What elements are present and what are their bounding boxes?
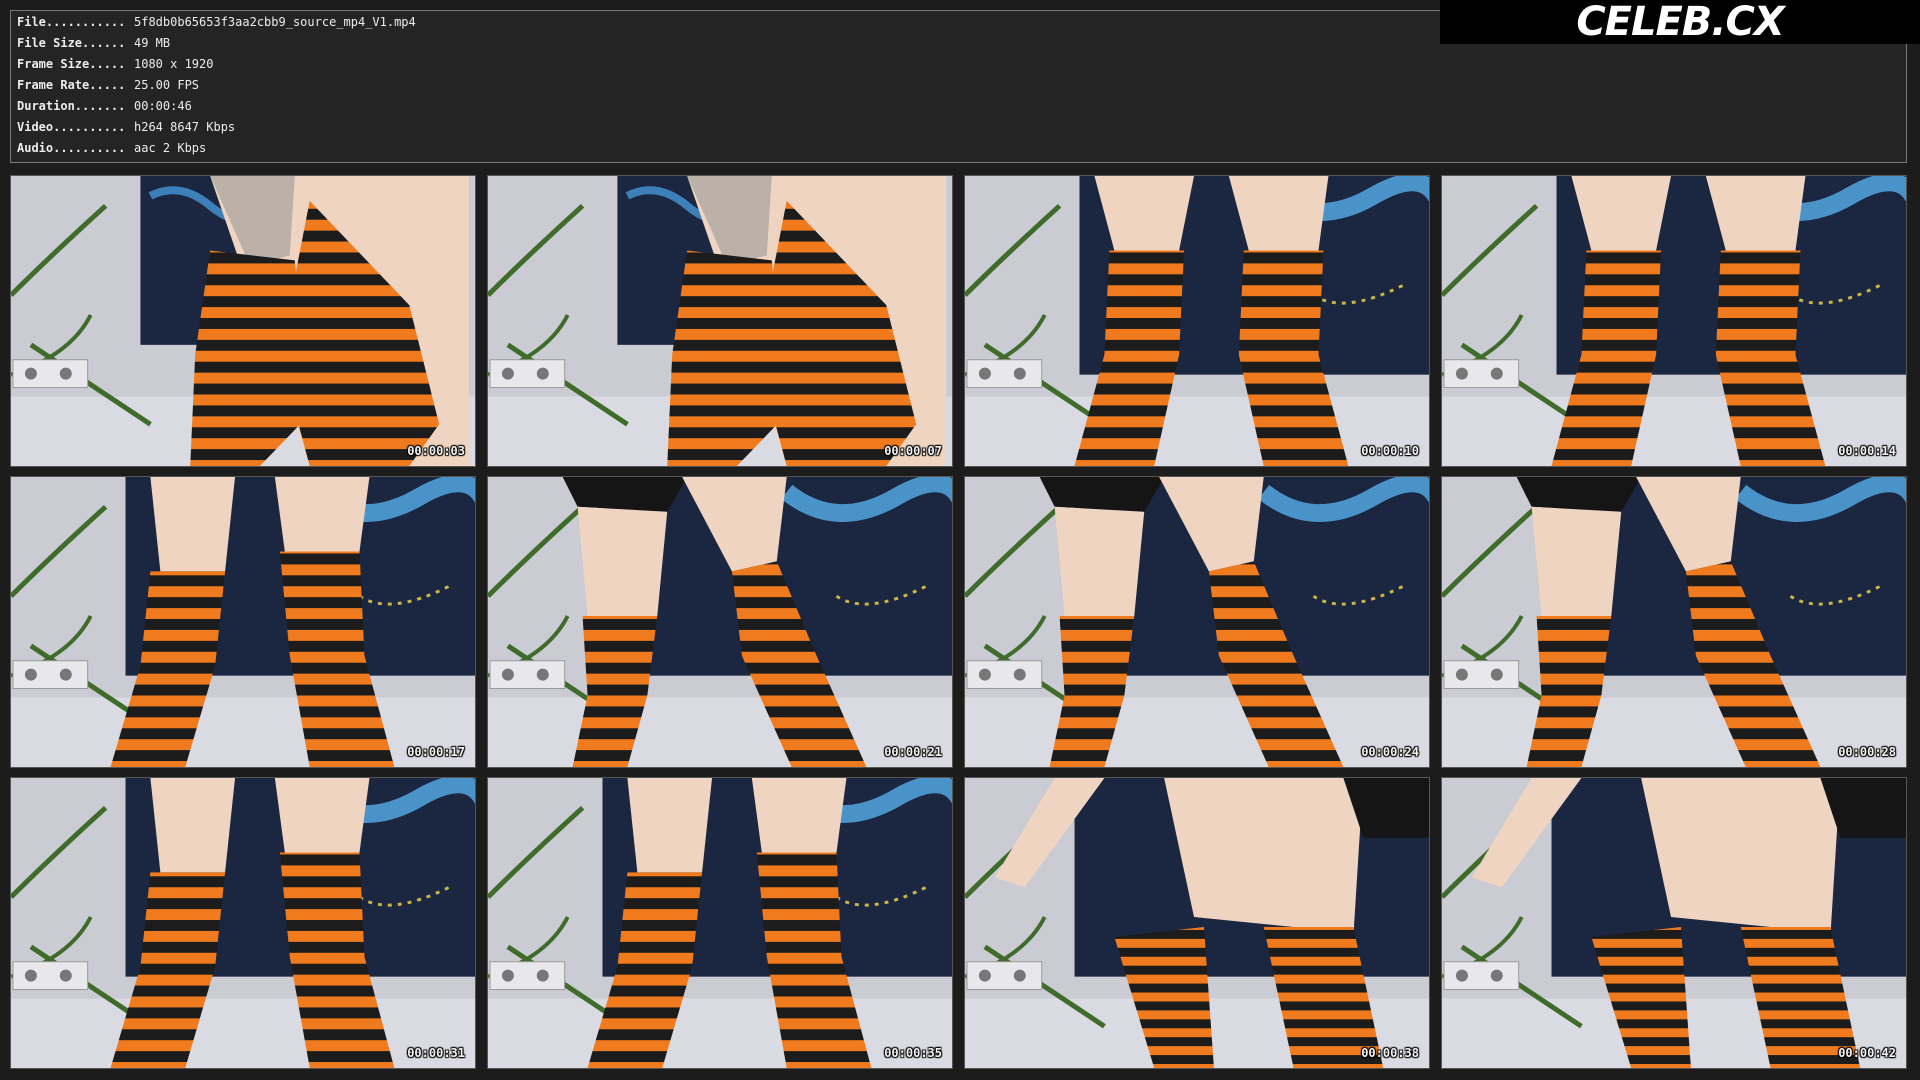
thumbnail[interactable]: 00:00:38: [964, 777, 1430, 1069]
thumbnail-frame-image: [488, 477, 952, 767]
thumbnail-frame-image: [11, 778, 475, 1068]
info-key: Frame Size.....: [17, 57, 126, 71]
info-row-file: File........... 5f8db0b65653f3aa2cbb9_sou…: [17, 12, 416, 33]
info-row-frame-rate: Frame Rate..... 25.00 FPS: [17, 75, 199, 96]
thumbnail-timestamp: 00:00:35: [884, 1046, 942, 1060]
info-key: Frame Rate.....: [17, 78, 126, 92]
thumbnail[interactable]: 00:00:14: [1441, 175, 1907, 467]
thumbnail-timestamp: 00:00:07: [884, 444, 942, 458]
thumbnail-timestamp: 00:00:28: [1838, 745, 1896, 759]
thumbnail-frame-image: [488, 778, 952, 1068]
info-row-file-size: File Size...... 49 MB: [17, 33, 170, 54]
info-key: Audio..........: [17, 141, 126, 155]
thumbnail[interactable]: 00:00:03: [10, 175, 476, 467]
thumbnail-timestamp: 00:00:24: [1361, 745, 1419, 759]
info-key: Duration.......: [17, 99, 126, 113]
info-key: Video..........: [17, 120, 126, 134]
thumbnail-frame-image: [965, 778, 1429, 1068]
info-value: 5f8db0b65653f3aa2cbb9_source_mp4_V1.mp4: [134, 15, 416, 29]
thumbnail-timestamp: 00:00:38: [1361, 1046, 1419, 1060]
thumbnail-frame-image: [1442, 176, 1906, 466]
info-value: h264 8647 Kbps: [134, 120, 236, 134]
thumbnail[interactable]: 00:00:24: [964, 476, 1430, 768]
thumbnail[interactable]: 00:00:10: [964, 175, 1430, 467]
thumbnail-frame-image: [1442, 778, 1906, 1068]
info-row-duration: Duration....... 00:00:46: [17, 96, 192, 117]
info-value: 25.00 FPS: [134, 78, 200, 92]
thumbnail-timestamp: 00:00:17: [407, 745, 465, 759]
thumbnail-frame-image: [1442, 477, 1906, 767]
info-key: File...........: [17, 15, 126, 29]
thumbnail-timestamp: 00:00:31: [407, 1046, 465, 1060]
thumbnail-timestamp: 00:00:42: [1838, 1046, 1896, 1060]
thumbnail-frame-image: [11, 477, 475, 767]
info-value: 49 MB: [134, 36, 171, 50]
thumbnail-frame-image: [965, 176, 1429, 466]
thumbnail[interactable]: 00:00:28: [1441, 476, 1907, 768]
thumbnail[interactable]: 00:00:31: [10, 777, 476, 1069]
thumbnail[interactable]: 00:00:35: [487, 777, 953, 1069]
thumbnail-timestamp: 00:00:03: [407, 444, 465, 458]
thumbnail[interactable]: 00:00:07: [487, 175, 953, 467]
info-row-video: Video.......... h264 8647 Kbps: [17, 117, 235, 138]
info-value: aac 2 Kbps: [134, 141, 207, 155]
info-row-audio: Audio.......... aac 2 Kbps: [17, 138, 206, 159]
thumbnail-frame-image: [965, 477, 1429, 767]
thumbnail-timestamp: 00:00:10: [1361, 444, 1419, 458]
info-value: 1080 x 1920: [134, 57, 214, 71]
site-logo: CELEB.CX: [1440, 0, 1920, 45]
info-value: 00:00:46: [134, 99, 192, 113]
thumbnail[interactable]: 00:00:17: [10, 476, 476, 768]
info-key: File Size......: [17, 36, 126, 50]
thumbnail[interactable]: 00:00:42: [1441, 777, 1907, 1069]
thumbnail[interactable]: 00:00:21: [487, 476, 953, 768]
logo-text: CELEB.CX: [1576, 0, 1784, 45]
thumbnail-timestamp: 00:00:14: [1838, 444, 1896, 458]
thumbnail-frame-image: [488, 176, 952, 466]
thumbnail-frame-image: [11, 176, 475, 466]
info-row-frame-size: Frame Size..... 1080 x 1920: [17, 54, 213, 75]
thumbnail-timestamp: 00:00:21: [884, 745, 942, 759]
